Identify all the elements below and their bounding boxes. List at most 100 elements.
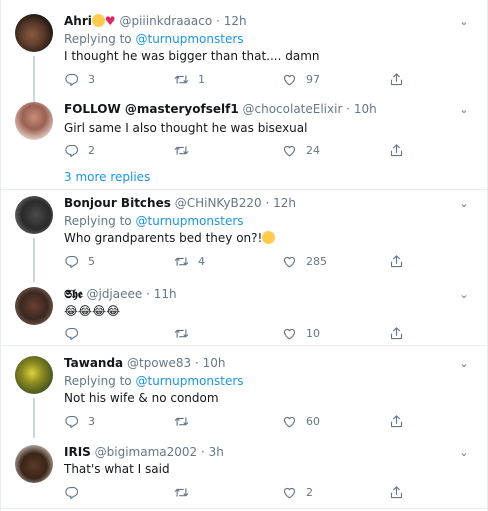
replying-link[interactable]: @turnupmonsters bbox=[135, 214, 243, 228]
replying-label: Replying to bbox=[64, 374, 132, 388]
display-name[interactable]: Tawanda bbox=[64, 356, 123, 370]
like-button[interactable]: 97 bbox=[282, 71, 320, 87]
share-button[interactable] bbox=[389, 142, 404, 158]
retweet-icon bbox=[174, 414, 189, 429]
username[interactable]: @piiinkdraaaco bbox=[119, 14, 212, 28]
chevron-down-icon[interactable]: ⌄ bbox=[457, 15, 471, 29]
retweet-button[interactable]: 1 bbox=[174, 71, 205, 87]
reply-button[interactable]: 2 bbox=[64, 142, 95, 158]
reply-thread: Ahri ♥ @piiinkdraaaco · 12h ⌄ Replying to… bbox=[0, 0, 488, 511]
tweet-actions: 2 24 bbox=[64, 142, 414, 158]
reply-count: 3 bbox=[88, 72, 95, 86]
tweet-header: 𝕾𝖍𝖊 @jdjaeee · 11h bbox=[64, 287, 457, 302]
tweet-header: FOLLOW @masteryofself1 @chocolateElixir … bbox=[64, 102, 457, 117]
avatar[interactable] bbox=[15, 356, 53, 394]
tweet-5[interactable]: Tawanda @tpowe83 · 10h ⌄ Replying to @tu… bbox=[1, 346, 487, 438]
tweet-6[interactable]: IRIS @bigimama2002 · 3h ⌄ That's what I … bbox=[1, 433, 487, 511]
tweet-4[interactable]: 𝕾𝖍𝖊 @jdjaeee · 11h ⌄ 😂😂😂😂 10 bbox=[1, 275, 487, 343]
avatar[interactable] bbox=[15, 14, 53, 52]
retweet-icon bbox=[174, 485, 189, 500]
retweet-count: 4 bbox=[198, 254, 205, 268]
chevron-down-icon[interactable]: ⌄ bbox=[457, 103, 471, 117]
like-count: 285 bbox=[306, 254, 327, 268]
like-count: 60 bbox=[306, 414, 320, 428]
username[interactable]: @CHiNKyB220 bbox=[175, 196, 262, 210]
tweet-text: Girl same I also thought he was bisexual bbox=[64, 121, 308, 135]
replying-link[interactable]: @turnupmonsters bbox=[135, 32, 243, 46]
share-icon bbox=[389, 254, 404, 269]
chevron-down-icon[interactable]: ⌄ bbox=[457, 197, 471, 211]
share-button[interactable] bbox=[389, 325, 404, 341]
chevron-down-icon[interactable]: ⌄ bbox=[457, 288, 471, 302]
share-button[interactable] bbox=[389, 484, 404, 500]
like-count: 2 bbox=[306, 485, 313, 499]
like-button[interactable]: 60 bbox=[282, 413, 320, 429]
retweet-button[interactable] bbox=[174, 325, 198, 341]
chevron-down-icon[interactable]: ⌄ bbox=[457, 357, 471, 371]
avatar[interactable] bbox=[15, 102, 53, 140]
tweet-header: Tawanda @tpowe83 · 10h bbox=[64, 356, 457, 371]
username[interactable]: @bigimama2002 bbox=[95, 445, 198, 459]
avatar[interactable] bbox=[15, 196, 53, 234]
avatar[interactable] bbox=[15, 445, 53, 483]
timestamp[interactable]: 12h bbox=[273, 196, 296, 210]
tweet-header: Bonjour Bitches @CHiNKyB220 · 12h bbox=[64, 196, 457, 211]
share-button[interactable] bbox=[389, 253, 404, 269]
show-more-replies-link[interactable]: 3 more replies bbox=[64, 170, 150, 185]
share-icon bbox=[389, 485, 404, 500]
username[interactable]: @tpowe83 bbox=[127, 356, 191, 370]
heart-icon bbox=[282, 143, 297, 158]
reply-icon bbox=[64, 414, 79, 429]
tweet-actions: 10 bbox=[64, 325, 414, 341]
tweet-3[interactable]: Bonjour Bitches @CHiNKyB220 · 12h ⌄ Repl… bbox=[1, 190, 487, 282]
reply-icon bbox=[64, 485, 79, 500]
like-count: 10 bbox=[306, 326, 320, 340]
timestamp[interactable]: 3h bbox=[209, 445, 224, 459]
timestamp[interactable]: 10h bbox=[354, 102, 377, 116]
retweet-button[interactable] bbox=[174, 484, 198, 500]
avatar[interactable] bbox=[15, 287, 53, 325]
reply-button[interactable]: 3 bbox=[64, 71, 95, 87]
retweet-button[interactable] bbox=[174, 413, 198, 429]
replying-to: Replying to @turnupmonsters bbox=[64, 214, 244, 229]
retweet-button[interactable] bbox=[174, 142, 198, 158]
display-name[interactable]: 𝕾𝖍𝖊 bbox=[64, 287, 83, 301]
tweet-actions: 2 bbox=[64, 484, 414, 500]
reply-button[interactable]: 3 bbox=[64, 413, 95, 429]
replying-label: Replying to bbox=[64, 32, 132, 46]
retweet-button[interactable]: 4 bbox=[174, 253, 205, 269]
reply-button[interactable] bbox=[64, 325, 88, 341]
tweet-header: Ahri ♥ @piiinkdraaaco · 12h bbox=[64, 14, 457, 29]
share-icon bbox=[389, 72, 404, 87]
share-button[interactable] bbox=[389, 413, 404, 429]
reply-icon bbox=[64, 72, 79, 87]
timestamp[interactable]: 11h bbox=[154, 287, 177, 301]
like-button[interactable]: 10 bbox=[282, 325, 320, 341]
share-button[interactable] bbox=[389, 71, 404, 87]
retweet-count: 1 bbox=[198, 72, 205, 86]
tweet-header: IRIS @bigimama2002 · 3h bbox=[64, 445, 457, 460]
tweet-2[interactable]: FOLLOW @masteryofself1 @chocolateElixir … bbox=[1, 100, 487, 162]
display-name[interactable]: FOLLOW @masteryofself1 bbox=[64, 102, 239, 116]
timestamp[interactable]: 12h bbox=[224, 14, 247, 28]
timestamp[interactable]: 10h bbox=[203, 356, 226, 370]
tweet-text: 😂😂😂😂 bbox=[64, 304, 121, 318]
chevron-down-icon[interactable]: ⌄ bbox=[457, 446, 471, 460]
replying-link[interactable]: @turnupmonsters bbox=[135, 374, 243, 388]
like-button[interactable]: 24 bbox=[282, 142, 320, 158]
like-button[interactable]: 2 bbox=[282, 484, 313, 500]
retweet-icon bbox=[174, 254, 189, 269]
reply-button[interactable] bbox=[64, 484, 88, 500]
username[interactable]: @chocolateElixir bbox=[243, 102, 343, 116]
display-name[interactable]: Ahri bbox=[64, 14, 92, 28]
display-name[interactable]: Bonjour Bitches bbox=[64, 196, 171, 210]
tweet-actions: 3 1 97 bbox=[64, 71, 414, 87]
thread-line bbox=[33, 56, 35, 106]
reply-button[interactable]: 5 bbox=[64, 253, 95, 269]
username[interactable]: @jdjaeee bbox=[86, 287, 142, 301]
heart-icon bbox=[282, 326, 297, 341]
separator-dot: · bbox=[146, 287, 150, 301]
tweet-1[interactable]: Ahri ♥ @piiinkdraaaco · 12h ⌄ Replying to… bbox=[1, 0, 487, 106]
display-name[interactable]: IRIS bbox=[64, 445, 91, 459]
like-button[interactable]: 285 bbox=[282, 253, 327, 269]
